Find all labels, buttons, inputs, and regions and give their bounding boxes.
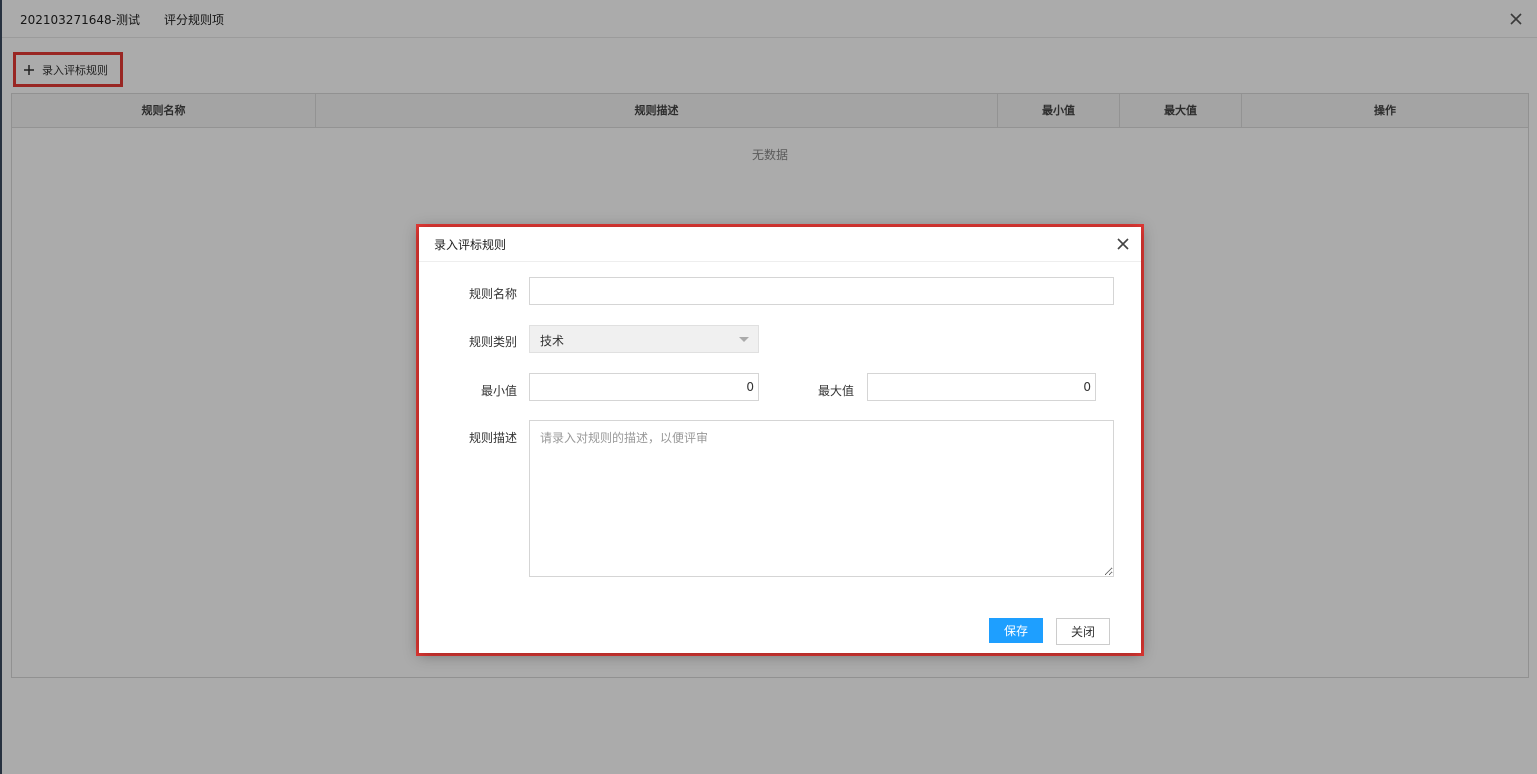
rule-category-value: 技术 [540,334,565,348]
save-button[interactable]: 保存 [989,618,1043,643]
dialog-title: 录入评标规则 [434,238,507,252]
max-value-input[interactable] [867,373,1096,401]
min-value-input[interactable] [529,373,759,401]
close-icon[interactable] [1117,238,1129,250]
rule-name-label: 规则名称 [468,287,517,301]
add-rule-dialog: 录入评标规则 规则名称 规则类别 技术 最小值 最大值 规则描述 保存 关闭 [419,227,1141,653]
rule-desc-textarea[interactable] [529,420,1114,577]
rule-desc-label: 规则描述 [468,431,517,445]
rule-name-input[interactable] [529,277,1114,305]
close-button[interactable]: 关闭 [1056,618,1110,645]
dialog-header: 录入评标规则 [419,227,1141,262]
min-value-label: 最小值 [480,384,517,398]
rule-category-select[interactable]: 技术 [529,325,759,353]
rule-category-label: 规则类别 [468,335,517,349]
max-value-label: 最大值 [817,384,854,398]
chevron-down-icon [739,337,749,342]
